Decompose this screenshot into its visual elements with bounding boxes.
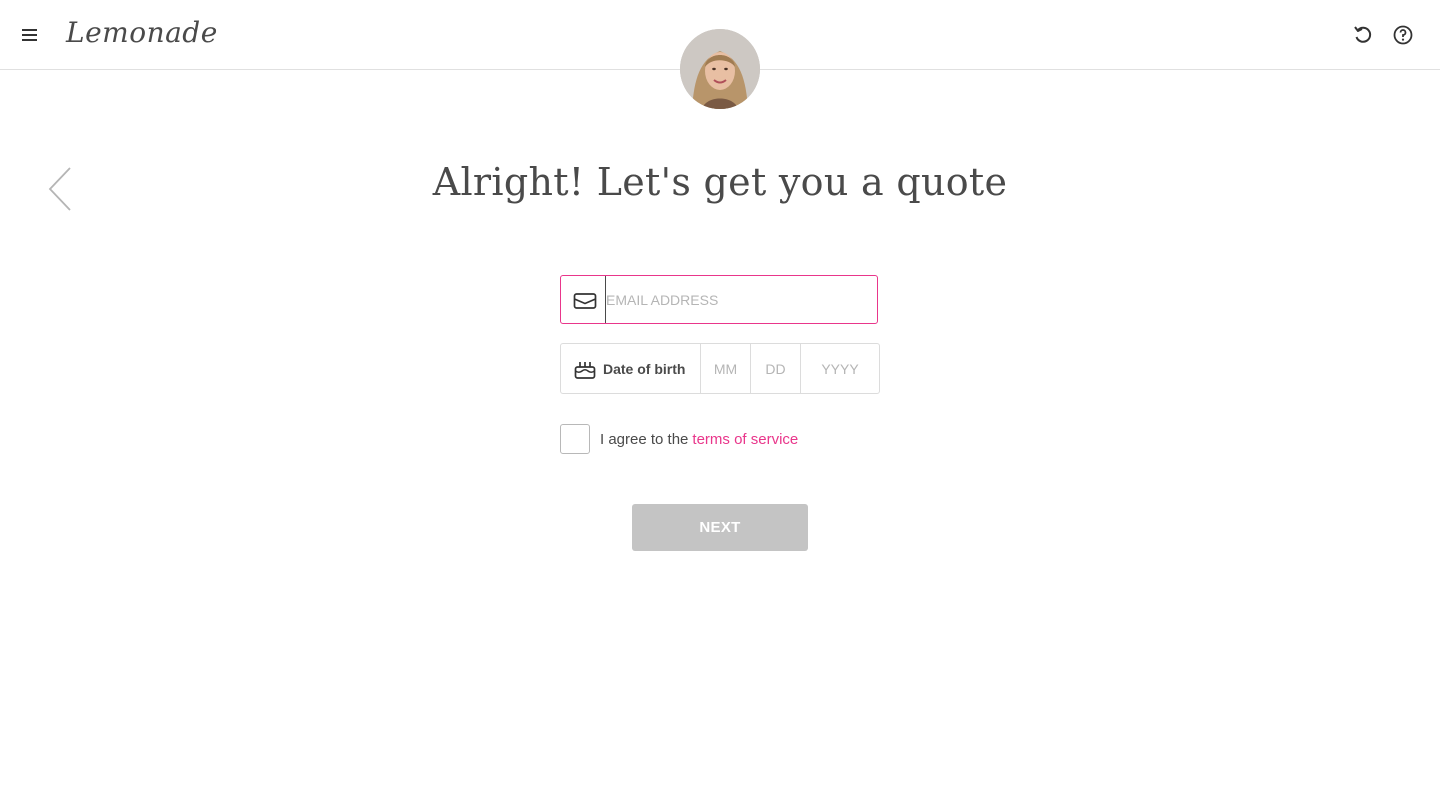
page-title: Alright! Let's get you a quote bbox=[432, 160, 1008, 204]
terms-checkbox[interactable] bbox=[560, 424, 590, 454]
email-field-container bbox=[560, 275, 878, 324]
terms-of-service-link[interactable]: terms of service bbox=[692, 431, 798, 448]
lemonade-logo[interactable]: Lemonade bbox=[66, 16, 218, 49]
dob-label-cell: Date of birth bbox=[561, 344, 701, 393]
dob-label: Date of birth bbox=[603, 360, 686, 377]
birthday-cake-icon bbox=[573, 358, 597, 380]
terms-label: I agree to the terms of service bbox=[600, 431, 798, 448]
hamburger-menu-icon[interactable] bbox=[20, 24, 40, 46]
dob-year-input[interactable] bbox=[801, 344, 879, 393]
date-of-birth-field: Date of birth bbox=[560, 343, 880, 394]
next-button[interactable]: NEXT bbox=[632, 504, 808, 551]
terms-row: I agree to the terms of service bbox=[560, 424, 798, 454]
help-icon[interactable] bbox=[1392, 24, 1414, 46]
email-input[interactable] bbox=[605, 276, 866, 323]
undo-icon[interactable] bbox=[1352, 24, 1374, 46]
dob-day-input[interactable] bbox=[751, 344, 801, 393]
terms-prefix: I agree to the bbox=[600, 430, 689, 448]
agent-avatar bbox=[680, 29, 760, 109]
dob-month-input[interactable] bbox=[701, 344, 751, 393]
envelope-icon bbox=[573, 291, 597, 311]
